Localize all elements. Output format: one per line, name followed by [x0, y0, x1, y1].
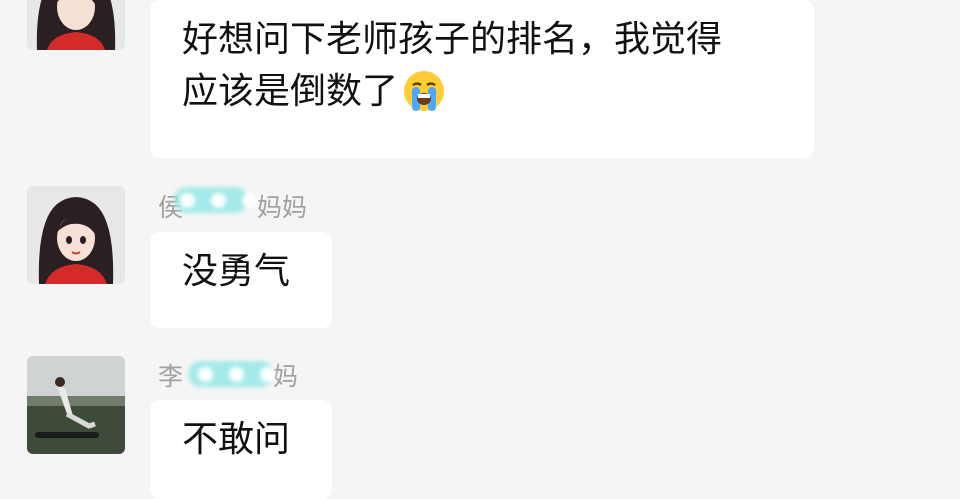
sender-name-suffix: 妈 — [273, 362, 299, 391]
avatar[interactable] — [27, 356, 125, 454]
message-text-line-2: 应该是倒数了 — [182, 66, 782, 128]
sender-name-suffix: 妈妈 — [257, 193, 308, 222]
message-bubble[interactable]: 没勇气 — [150, 232, 332, 328]
message-text: 没勇气 — [182, 251, 291, 292]
redacted-name-blur — [188, 361, 275, 387]
message-text: 不敢问 — [182, 419, 291, 460]
avatar[interactable] — [27, 0, 125, 50]
message-bubble[interactable]: 不敢问 — [150, 400, 332, 499]
message-text-line-1: 好想问下老师孩子的排名，我觉得 — [182, 19, 723, 60]
loudly-crying-emoji-icon — [402, 69, 446, 128]
avatar[interactable] — [27, 186, 125, 284]
sender-name-prefix: 李 — [158, 362, 184, 391]
redacted-name-blur — [174, 187, 257, 213]
message-text: 应该是倒数了 — [182, 71, 399, 112]
avatar-photo-image — [27, 356, 125, 454]
message-bubble[interactable]: 好想问下老师孩子的排名，我觉得 应该是倒数了 — [150, 0, 814, 158]
avatar-girl-image — [27, 0, 125, 50]
avatar-girl-image — [27, 186, 125, 284]
